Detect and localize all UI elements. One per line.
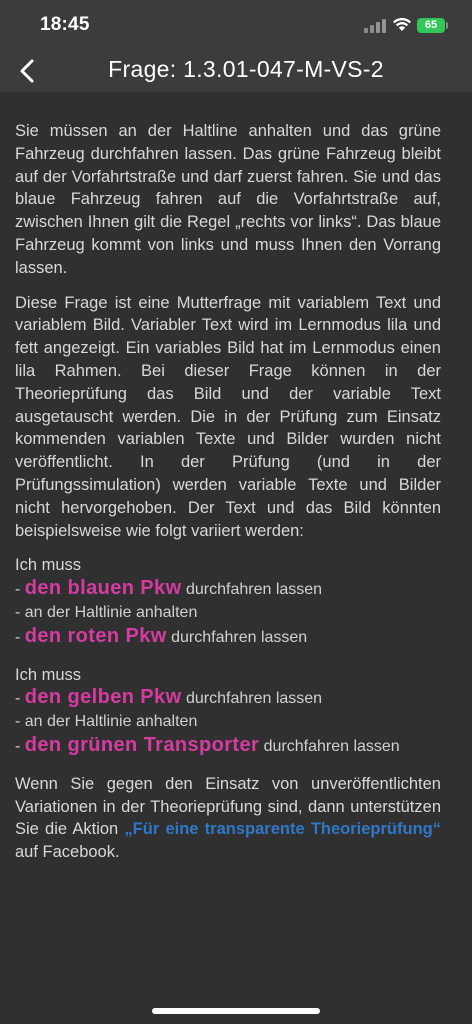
variable-text: den blauen Pkw (24, 577, 182, 600)
example-line: - den grünen Transporter durchfahren las… (15, 733, 400, 756)
screen: 18:45 65 Frage: 1.3.01-047-M-VS-2 Sie mü… (0, 0, 472, 1024)
battery-icon: 65 (417, 18, 445, 33)
example-line: - an der Haltlinie anhalten (15, 603, 198, 621)
example-line: - an der Haltlinie anhalten (15, 713, 198, 731)
variation-example-2: Ich muss - den gelben Pkw durchfahren la… (15, 664, 441, 759)
cellular-signal-icon (364, 19, 386, 33)
chevron-left-icon (20, 59, 34, 83)
navigation-bar: Frage: 1.3.01-047-M-VS-2 (0, 50, 472, 92)
example-line: - den blauen Pkw durchfahren lassen (15, 577, 323, 600)
closing-paragraph: Wenn Sie gegen den Einsatz von unveröffe… (15, 774, 441, 862)
battery-level: 65 (424, 19, 438, 31)
example-intro: Ich muss (15, 665, 82, 684)
page-title: Frage: 1.3.01-047-M-VS-2 (108, 56, 384, 82)
explanation-paragraph: Sie müssen an der Haltline anhalten und … (15, 122, 441, 277)
variable-question-paragraph: Diese Frage ist eine Mutterfrage mit var… (15, 293, 441, 540)
status-bar: 18:45 65 (0, 0, 472, 50)
wifi-icon (392, 16, 412, 32)
explanation-content: Sie müssen an der Haltline anhalten und … (15, 120, 441, 864)
example-line: - den gelben Pkw durchfahren lassen (15, 686, 323, 709)
variable-text: den gelben Pkw (24, 686, 182, 709)
variation-example-1: Ich muss - den blauen Pkw durchfahren la… (15, 554, 441, 649)
status-time: 18:45 (40, 14, 90, 35)
example-line: - den roten Pkw durchfahren lassen (15, 624, 308, 647)
top-bar: 18:45 65 Frage: 1.3.01-047-M-VS-2 (0, 0, 472, 92)
facebook-campaign-link[interactable]: „Für eine transparente Theorieprüfung“ (124, 820, 441, 838)
battery-cap (446, 22, 448, 29)
home-indicator[interactable] (152, 1008, 320, 1014)
variable-text: den grünen Transporter (24, 733, 260, 756)
variable-text: den roten Pkw (24, 624, 167, 647)
back-button[interactable] (10, 54, 44, 88)
example-intro: Ich muss (15, 556, 82, 575)
